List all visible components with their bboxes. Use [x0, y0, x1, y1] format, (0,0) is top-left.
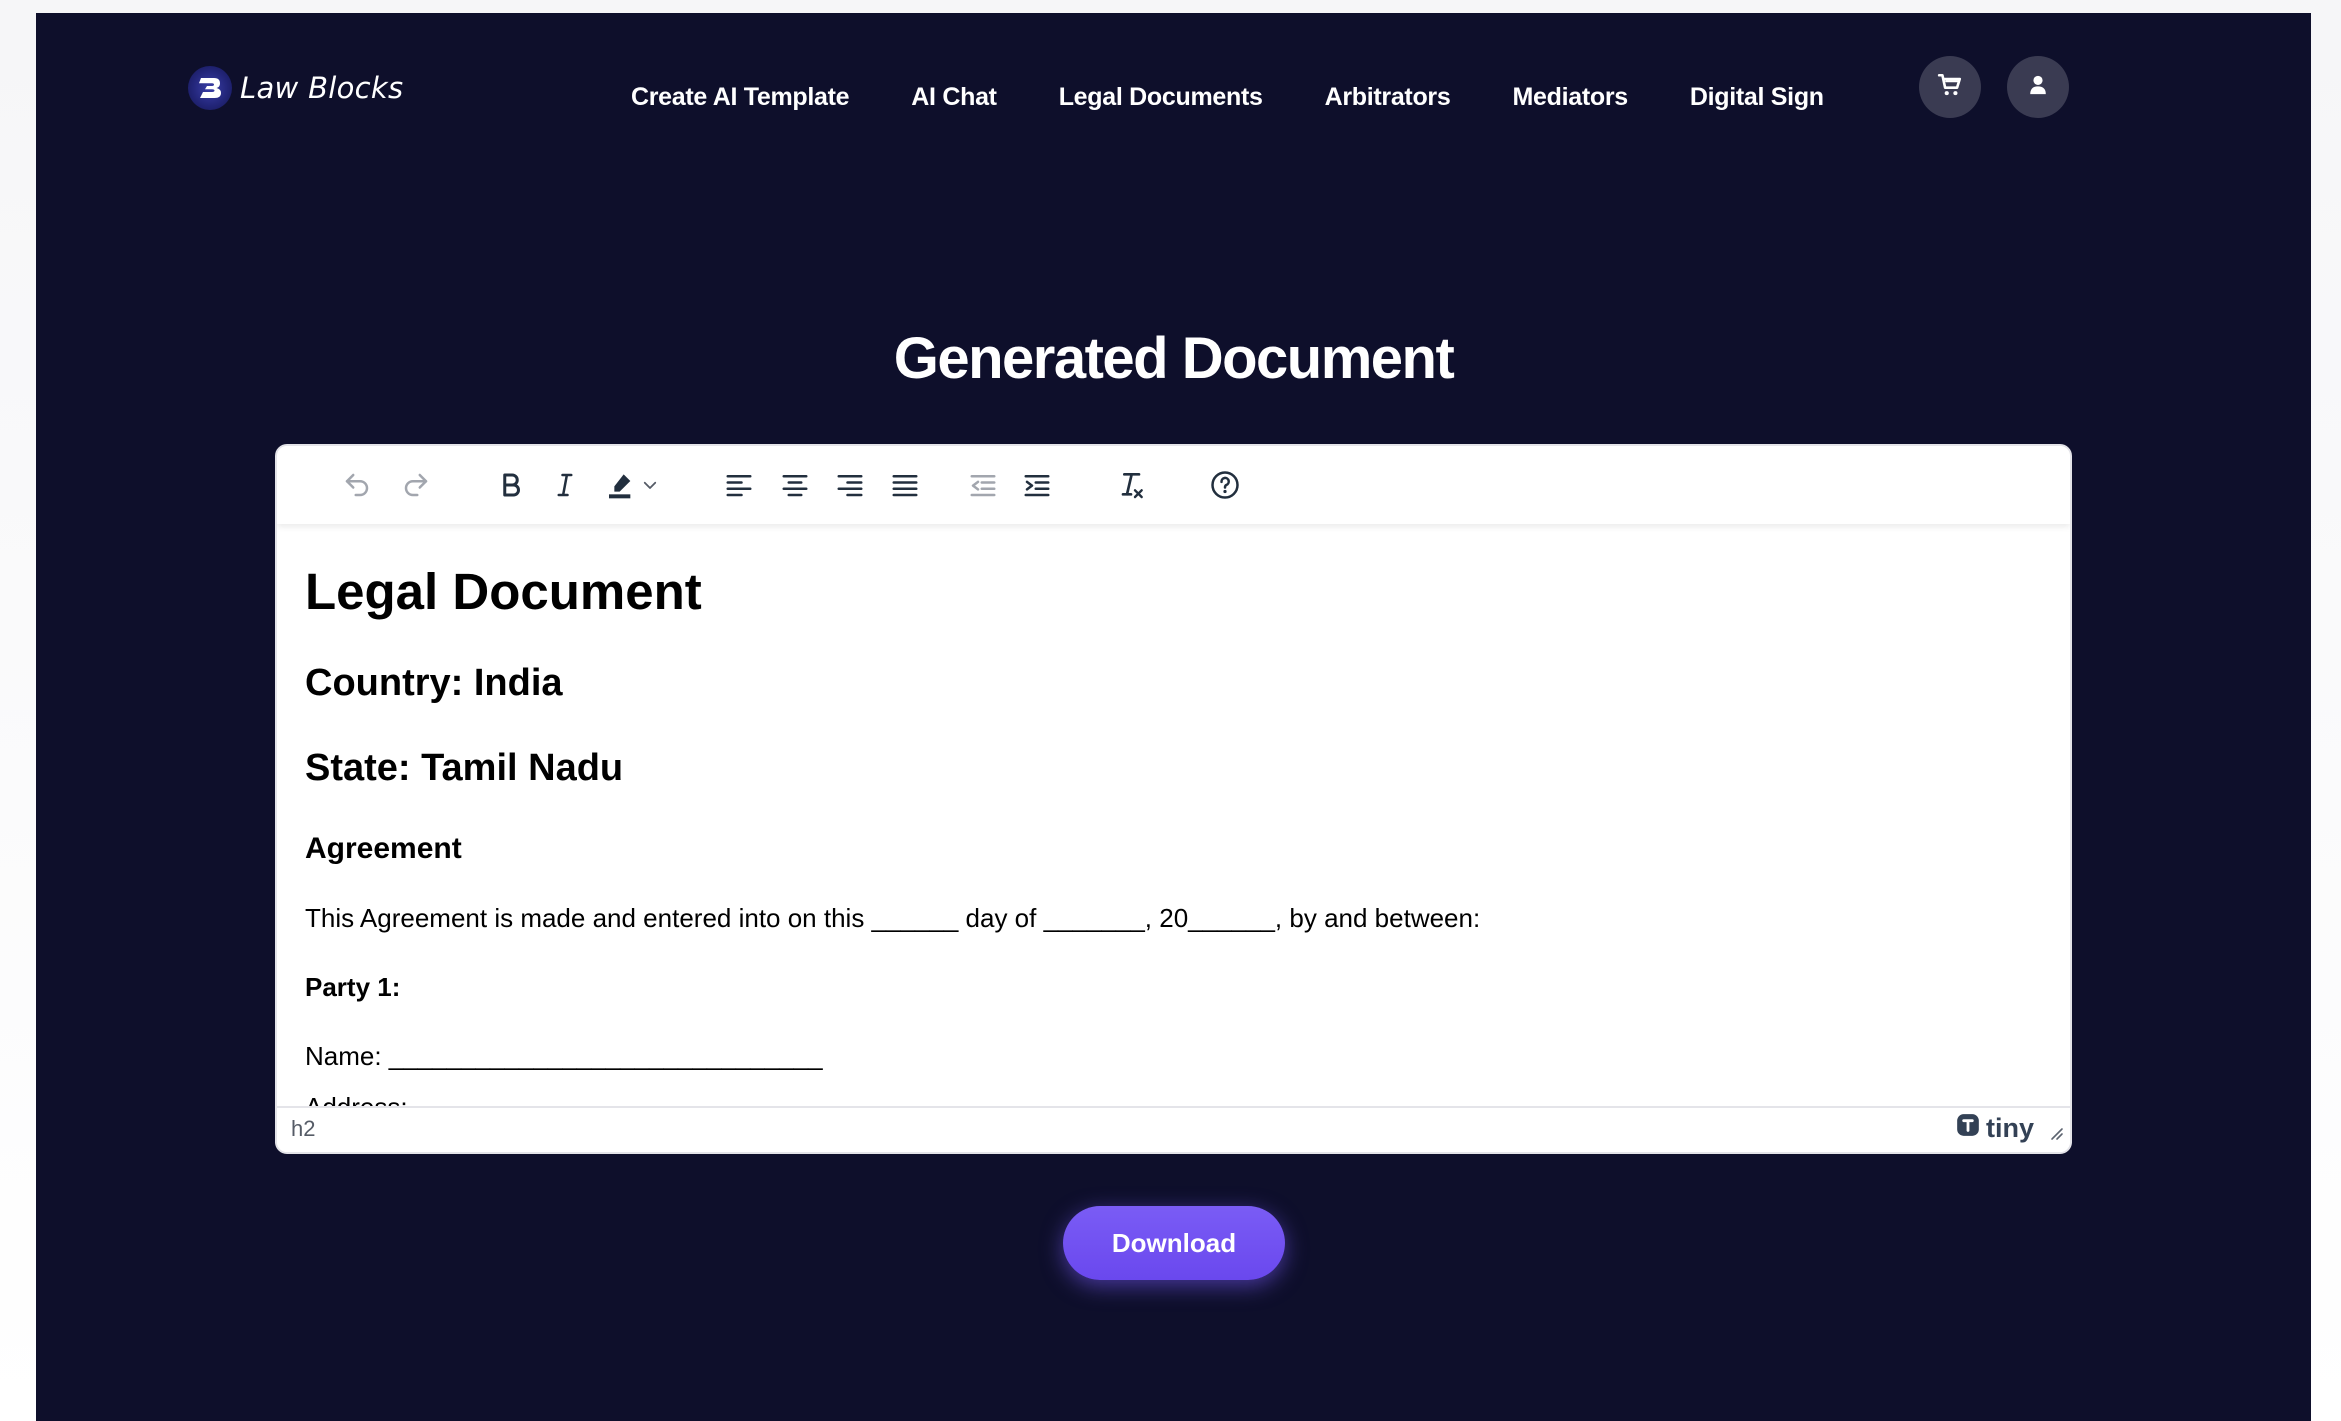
nav-link-arbitrators[interactable]: Arbitrators — [1325, 83, 1451, 112]
account-button[interactable] — [2007, 56, 2069, 118]
nav-links: Create AI Template AI Chat Legal Documen… — [631, 83, 1824, 112]
rich-text-editor: Legal Document Country: India State: Tam… — [275, 444, 2072, 1154]
align-justify-icon — [890, 470, 920, 500]
top-navigation: Law Blocks Create AI Template AI Chat Le… — [36, 13, 2311, 163]
clear-formatting-button[interactable] — [1109, 463, 1153, 507]
document-name-line: Name: ______________________________ — [305, 1041, 823, 1071]
outdent-button[interactable] — [961, 463, 1005, 507]
nav-link-legal-documents[interactable]: Legal Documents — [1059, 83, 1263, 112]
page-title: Generated Document — [893, 326, 1455, 391]
document-country: Country: India — [305, 662, 563, 704]
bold-button[interactable] — [489, 463, 533, 507]
resize-handle-icon[interactable] — [2048, 1125, 2064, 1146]
highlight-icon — [605, 469, 637, 501]
nav-link-mediators[interactable]: Mediators — [1512, 83, 1628, 112]
tiny-brand-label: tiny — [1985, 1113, 2034, 1143]
editor-toolbar — [277, 446, 2070, 524]
cart-button[interactable] — [1919, 56, 1981, 118]
nav-link-ai-chat[interactable]: AI Chat — [911, 83, 997, 112]
align-right-button[interactable] — [828, 463, 872, 507]
document-heading: Legal Document — [305, 563, 702, 620]
bold-icon — [496, 470, 526, 500]
tiny-branding-link[interactable]: tiny — [1955, 1112, 2034, 1145]
nav-link-create-ai-template[interactable]: Create AI Template — [631, 83, 850, 112]
highlight-dropdown-button[interactable] — [635, 463, 665, 507]
editor-statusbar: h2 tiny — [277, 1106, 2070, 1152]
law-blocks-logo-icon — [188, 66, 232, 110]
align-center-button[interactable] — [773, 463, 817, 507]
help-button[interactable] — [1203, 463, 1247, 507]
user-icon — [2027, 74, 2049, 101]
undo-button[interactable] — [335, 463, 379, 507]
clear-formatting-icon — [1115, 469, 1147, 501]
cart-icon — [1937, 72, 1963, 103]
align-left-button[interactable] — [717, 463, 761, 507]
redo-icon — [401, 470, 431, 500]
redo-button[interactable] — [394, 463, 438, 507]
align-justify-button[interactable] — [883, 463, 927, 507]
document-section-heading: Agreement — [305, 832, 462, 865]
align-right-icon — [835, 470, 865, 500]
brand[interactable]: Law Blocks — [188, 63, 403, 113]
tiny-logo-icon — [1955, 1112, 1981, 1145]
indent-icon — [1022, 470, 1052, 500]
document-address-line: Address: — [305, 1092, 408, 1106]
help-icon — [1210, 470, 1240, 500]
chevron-down-icon — [641, 476, 659, 494]
document-intro-paragraph: This Agreement is made and entered into … — [305, 903, 1481, 933]
nav-icon-buttons — [1919, 56, 2069, 118]
app-window: Law Blocks Create AI Template AI Chat Le… — [36, 13, 2311, 1421]
undo-icon — [342, 470, 372, 500]
document-state: State: Tamil Nadu — [305, 747, 624, 789]
brand-name: Law Blocks — [240, 71, 404, 105]
nav-link-digital-sign[interactable]: Digital Sign — [1690, 83, 1824, 112]
editor-content[interactable]: Legal Document Country: India State: Tam… — [277, 524, 2070, 1106]
align-left-icon — [724, 470, 754, 500]
download-button[interactable]: Download — [1063, 1206, 1285, 1280]
italic-icon — [550, 470, 580, 500]
element-path[interactable]: h2 — [291, 1116, 315, 1142]
indent-button[interactable] — [1015, 463, 1059, 507]
document-party-label: Party 1: — [305, 972, 401, 1002]
outdent-icon — [968, 470, 998, 500]
italic-button[interactable] — [543, 463, 587, 507]
align-center-icon — [780, 470, 810, 500]
